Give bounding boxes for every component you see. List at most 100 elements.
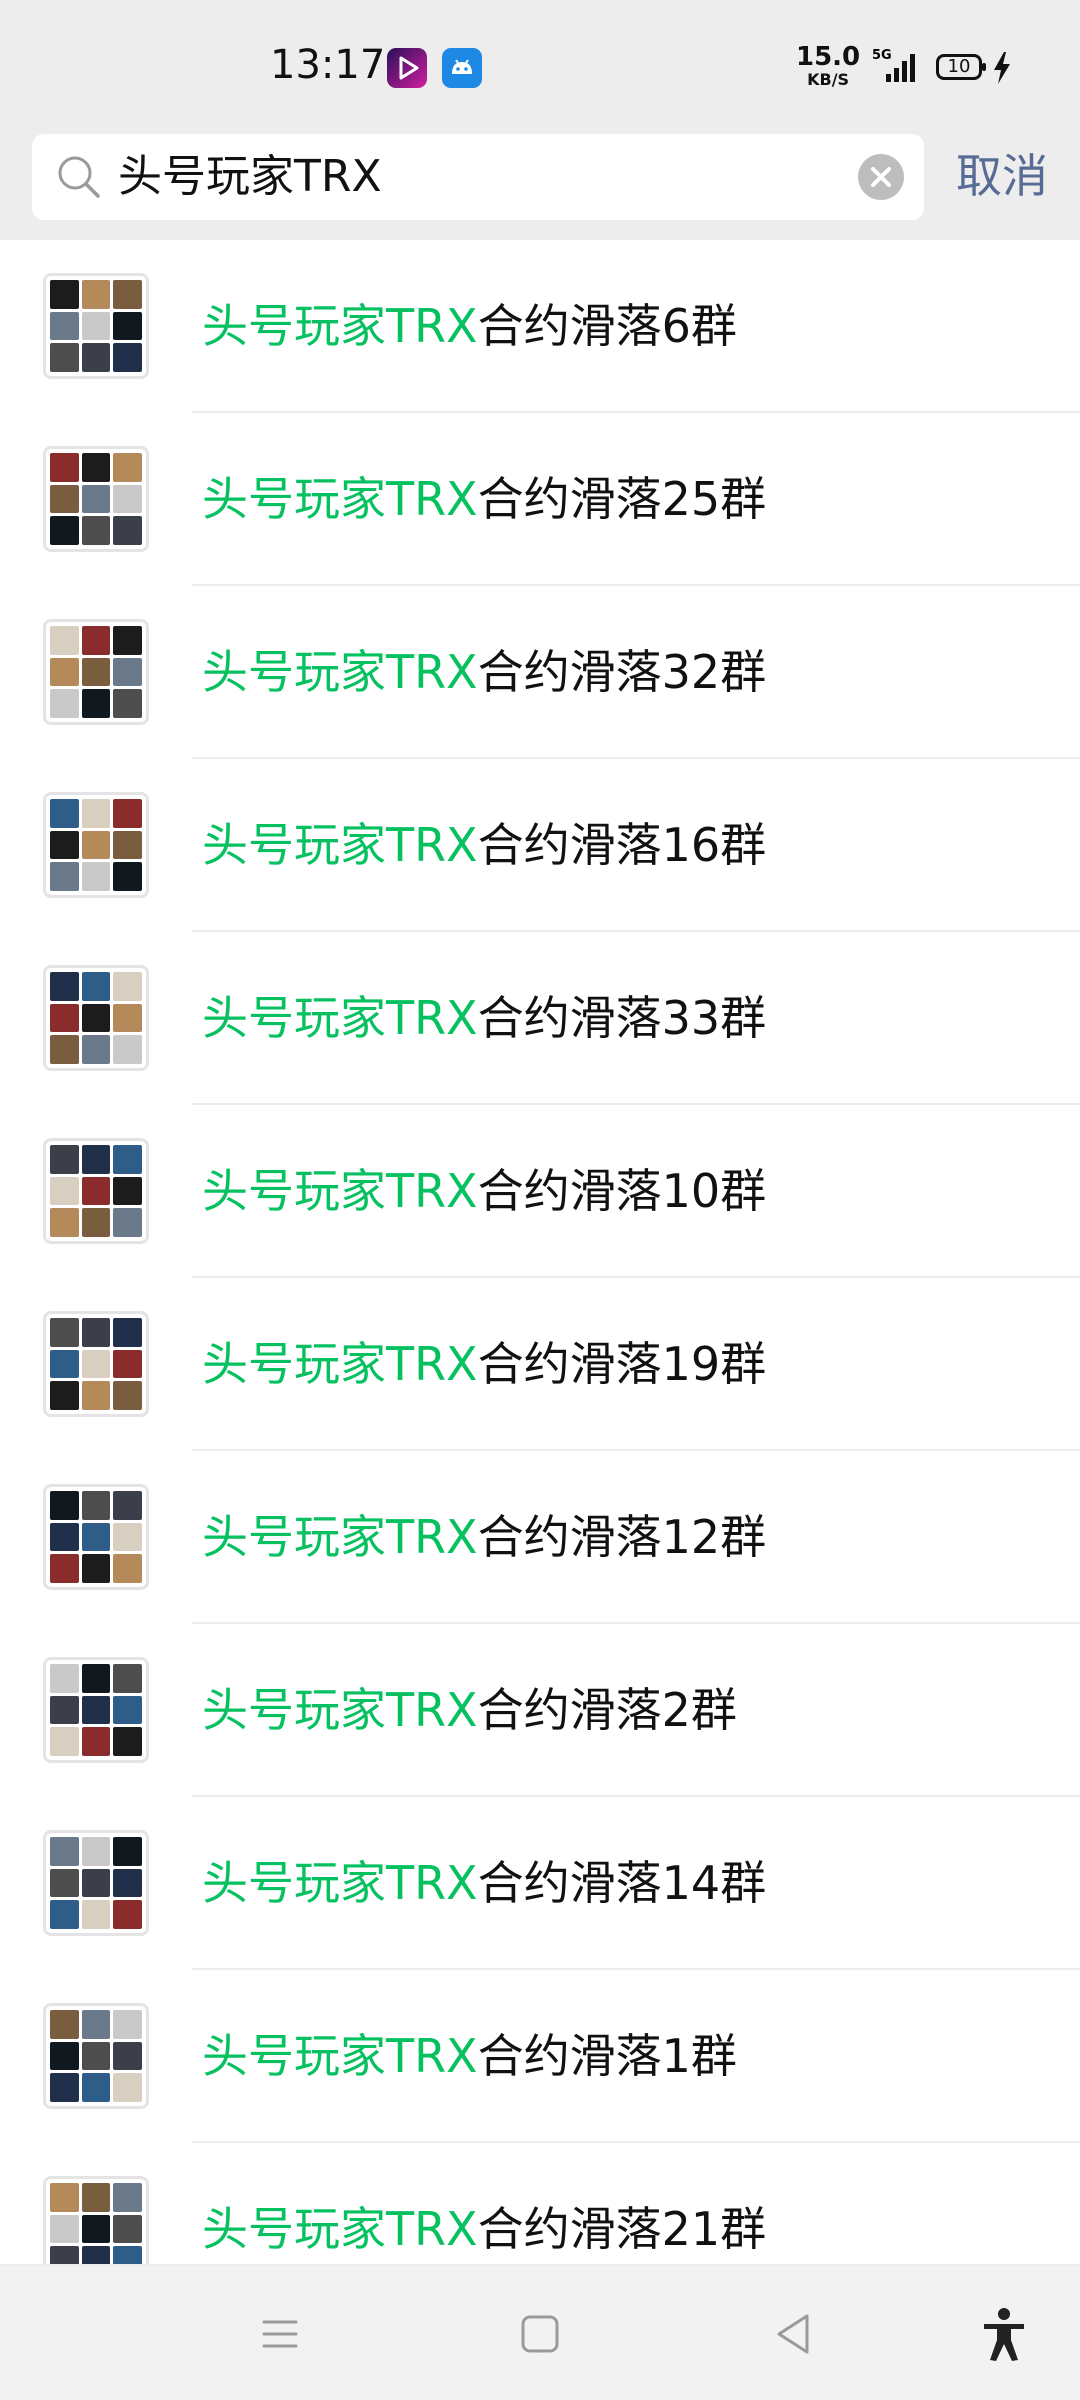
result-item[interactable]: 头号玩家TRX合约滑落6群 <box>0 240 1080 413</box>
avatar-tile <box>113 689 142 718</box>
avatar-tile <box>50 1491 79 1520</box>
avatar-tile <box>81 1381 111 1410</box>
avatar-tile <box>113 1003 142 1033</box>
group-name-highlight: 头号玩家TRX <box>202 1337 478 1391</box>
video-app-icon <box>387 48 427 88</box>
android-app-icon <box>442 48 482 88</box>
avatar-tile <box>81 657 111 687</box>
search-results-list[interactable]: 头号玩家TRX合约滑落6群 头号玩家TRX合约滑落25群 头号玩家TRX合约滑落… <box>0 240 1080 2264</box>
avatar-tile <box>50 689 79 718</box>
group-name: 头号玩家TRX合约滑落1群 <box>202 1970 737 2143</box>
avatar-tile <box>81 516 111 545</box>
avatar-tile <box>50 1003 79 1033</box>
battery-icon: 10 <box>936 54 986 80</box>
group-name: 头号玩家TRX合约滑落32群 <box>202 586 766 759</box>
avatar-tile <box>81 484 111 514</box>
result-item[interactable]: 头号玩家TRX合约滑落14群 <box>0 1797 1080 1970</box>
avatar-tile <box>113 1381 142 1410</box>
avatar-tile <box>113 1868 142 1898</box>
avatar-tile <box>113 343 142 372</box>
result-item[interactable]: 头号玩家TRX合约滑落33群 <box>0 932 1080 1105</box>
result-item[interactable]: 头号玩家TRX合约滑落1群 <box>0 1970 1080 2143</box>
group-avatar <box>43 446 149 552</box>
search-input[interactable]: 头号玩家TRX <box>118 134 382 220</box>
avatar-tile <box>113 453 142 482</box>
accessibility-icon[interactable] <box>974 2304 1034 2364</box>
avatar-tile <box>81 2214 111 2244</box>
avatar-tile <box>81 1837 111 1866</box>
result-item[interactable]: 头号玩家TRX合约滑落16群 <box>0 759 1080 932</box>
group-name: 头号玩家TRX合约滑落25群 <box>202 413 766 586</box>
result-item[interactable]: 头号玩家TRX合约滑落2群 <box>0 1624 1080 1797</box>
group-name: 头号玩家TRX合约滑落2群 <box>202 1624 737 1797</box>
network-type-label: 5G <box>872 48 892 63</box>
group-name-highlight: 头号玩家TRX <box>202 1683 478 1737</box>
result-item[interactable]: 头号玩家TRX合约滑落25群 <box>0 413 1080 586</box>
group-avatar <box>43 619 149 725</box>
avatar-tile <box>113 2246 142 2264</box>
avatar-tile <box>50 1035 79 1064</box>
avatar-tile <box>113 311 142 341</box>
avatar-tile <box>113 2183 142 2212</box>
avatar-tile <box>113 1035 142 1064</box>
avatar-tile <box>81 1868 111 1898</box>
result-item[interactable]: 头号玩家TRX合约滑落32群 <box>0 586 1080 759</box>
avatar-tile <box>50 799 79 828</box>
avatar-tile <box>50 1695 79 1725</box>
avatar-tile <box>113 1837 142 1866</box>
group-name-rest: 合约滑落32群 <box>477 645 767 699</box>
avatar-tile <box>81 2183 111 2212</box>
avatar-tile <box>50 830 79 860</box>
clear-icon[interactable] <box>858 154 904 200</box>
avatar-tile <box>81 862 111 891</box>
avatar-tile <box>50 2246 79 2264</box>
group-name: 头号玩家TRX合约滑落16群 <box>202 759 766 932</box>
avatar-tile <box>81 453 111 482</box>
home-icon[interactable] <box>510 2304 570 2364</box>
avatar-tile <box>81 2073 111 2102</box>
result-item[interactable]: 头号玩家TRX合约滑落19群 <box>0 1278 1080 1451</box>
avatar-tile <box>50 484 79 514</box>
avatar-tile <box>81 343 111 372</box>
avatar-tile <box>113 830 142 860</box>
avatar-tile <box>50 2183 79 2212</box>
group-name-rest: 合约滑落1群 <box>477 2029 737 2083</box>
menu-icon[interactable] <box>250 2304 310 2364</box>
group-name-rest: 合约滑落2群 <box>477 1683 737 1737</box>
navigation-bar <box>0 2266 1080 2400</box>
avatar-tile <box>50 1176 79 1206</box>
group-name-rest: 合约滑落16群 <box>477 818 767 872</box>
avatar-tile <box>81 1349 111 1379</box>
avatar-tile <box>50 1208 79 1237</box>
avatar-tile <box>50 626 79 655</box>
result-item[interactable]: 头号玩家TRX合约滑落10群 <box>0 1105 1080 1278</box>
result-item[interactable]: 头号玩家TRX合约滑落21群 <box>0 2143 1080 2264</box>
group-avatar <box>43 792 149 898</box>
group-name-highlight: 头号玩家TRX <box>202 472 478 526</box>
avatar-tile <box>50 1837 79 1866</box>
avatar-tile <box>81 1522 111 1552</box>
avatar-tile <box>113 516 142 545</box>
avatar-tile <box>113 1349 142 1379</box>
network-speed: 15.0 KB/S <box>796 44 860 88</box>
avatar-tile <box>50 1145 79 1174</box>
avatar-tile <box>50 862 79 891</box>
group-name-highlight: 头号玩家TRX <box>202 818 478 872</box>
avatar-tile <box>113 1695 142 1725</box>
avatar-tile <box>50 1664 79 1693</box>
group-name: 头号玩家TRX合约滑落14群 <box>202 1797 766 1970</box>
search-bar[interactable]: 头号玩家TRX <box>32 134 924 220</box>
avatar-tile <box>113 1176 142 1206</box>
group-name-rest: 合约滑落6群 <box>477 299 737 353</box>
status-bar: 13:17 15.0 KB/S 5G 10 <box>0 0 1080 130</box>
avatar-tile <box>50 2041 79 2071</box>
avatar-tile <box>113 2073 142 2102</box>
avatar-tile <box>50 1727 79 1756</box>
avatar-tile <box>81 1003 111 1033</box>
group-name-rest: 合约滑落19群 <box>477 1337 767 1391</box>
back-icon[interactable] <box>765 2304 825 2364</box>
avatar-tile <box>81 1491 111 1520</box>
cancel-button[interactable]: 取消 <box>956 146 1048 206</box>
result-item[interactable]: 头号玩家TRX合约滑落12群 <box>0 1451 1080 1624</box>
avatar-tile <box>113 657 142 687</box>
